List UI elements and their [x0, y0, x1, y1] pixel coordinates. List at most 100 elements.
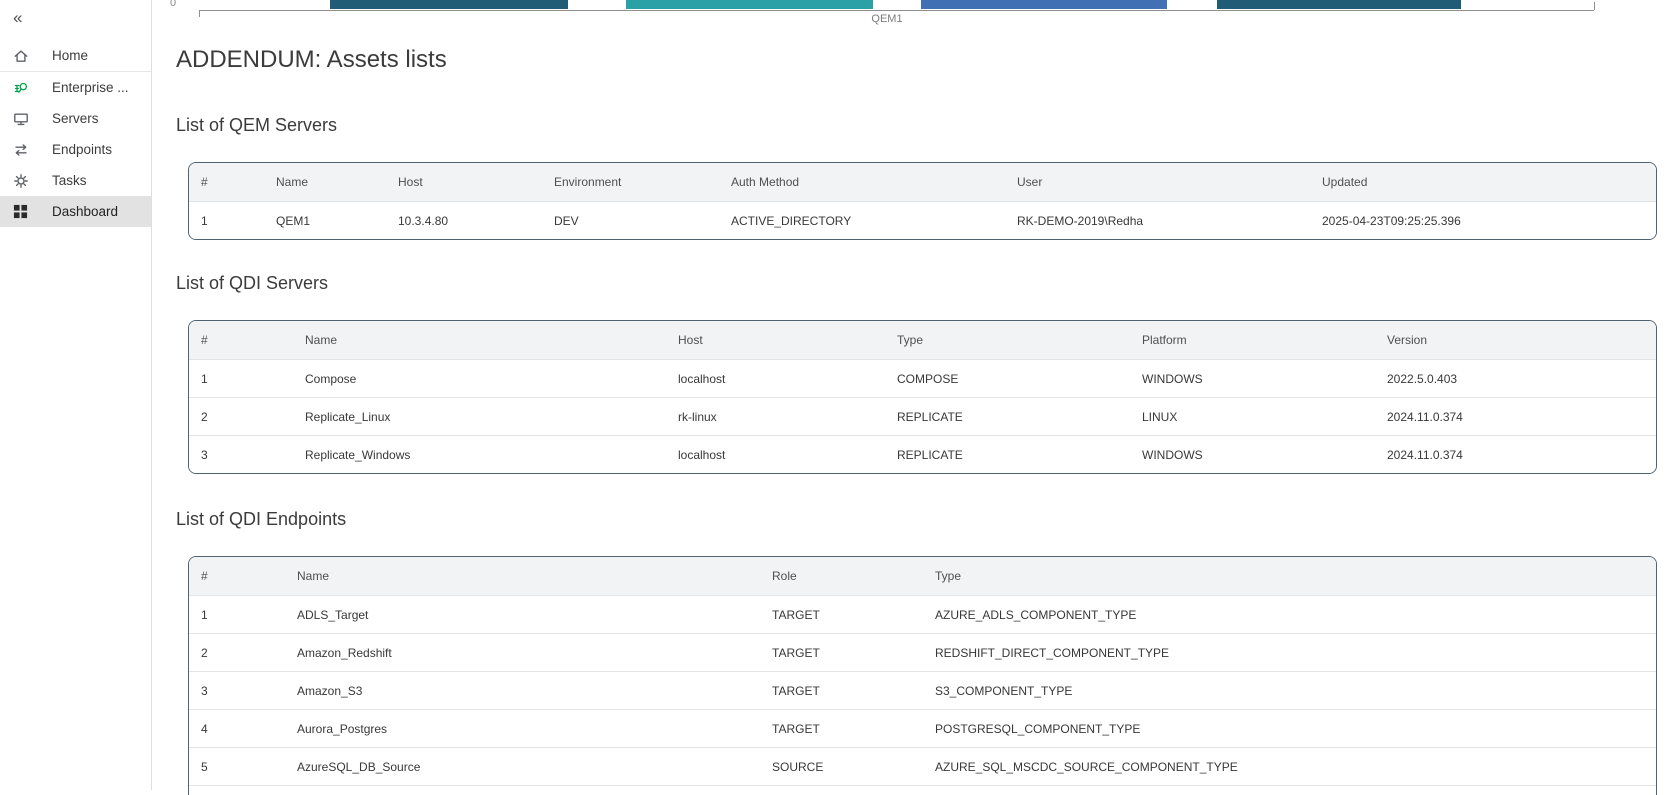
page-title: ADDENDUM: Assets lists	[176, 44, 447, 76]
section-heading: List of QEM Servers	[176, 112, 1657, 138]
column-header: User	[1005, 163, 1310, 201]
table-cell: 2024.11.0.374	[1375, 435, 1656, 473]
header-row: #NameHostEnvironmentAuth MethodUserUpdat…	[189, 163, 1656, 201]
sidebar: « Home Enterprise ... Servers Endpoints Tas…	[0, 0, 152, 790]
table-row: 1ComposelocalhostCOMPOSEWINDOWS2022.5.0.…	[189, 359, 1656, 397]
sidebar-item-tasks[interactable]: Tasks	[0, 165, 151, 196]
sidebar-item-enterprise[interactable]: Enterprise ...	[0, 72, 151, 103]
table-cell: REDSHIFT_DIRECT_COMPONENT_TYPE	[923, 633, 1656, 671]
table-cell: WINDOWS	[1130, 435, 1375, 473]
sidebar-item-dashboard[interactable]: Dashboard	[0, 196, 151, 227]
chart-category-label: QEM1	[832, 13, 942, 25]
table-row: 3Amazon_S3TARGETS3_COMPONENT_TYPE	[189, 671, 1656, 709]
table-cell: localhost	[666, 435, 885, 473]
column-header: Platform	[1130, 321, 1375, 359]
table-cell: 3	[189, 435, 293, 473]
chart-y-tick-label: 0	[170, 0, 176, 9]
sidebar-item-label: Enterprise ...	[52, 80, 129, 95]
table-cell: WINDOWS	[1130, 359, 1375, 397]
assets-table: #NameHostTypePlatformVersion1Composeloca…	[188, 320, 1657, 474]
column-header: Name	[285, 557, 760, 595]
table-cell: REPLICATE	[885, 397, 1130, 435]
table-cell: LINUX	[1130, 397, 1375, 435]
column-header: Environment	[542, 163, 719, 201]
assets-table: #NameRoleType1ADLS_TargetTARGETAZURE_ADL…	[188, 556, 1657, 795]
assets-table: #NameHostEnvironmentAuth MethodUserUpdat…	[188, 162, 1657, 240]
table-cell: ADLS_Target	[285, 595, 760, 633]
cut-off-row	[189, 785, 1656, 795]
chart-axis-tick-left	[199, 10, 200, 17]
section-list-of-qem-servers: List of QEM Servers #NameHostEnvironmentA…	[176, 112, 1657, 240]
servers-icon	[13, 111, 29, 127]
column-header: #	[189, 163, 264, 201]
table-cell: 4	[189, 709, 285, 747]
enterprise-icon	[13, 80, 29, 96]
table-row: 1ADLS_TargetTARGETAZURE_ADLS_COMPONENT_T…	[189, 595, 1656, 633]
table-cell: 10.3.4.80	[386, 201, 542, 239]
table-cell: Compose	[293, 359, 666, 397]
table-cell: 2024.11.0.374	[1375, 397, 1656, 435]
table-row: 3Replicate_WindowslocalhostREPLICATEWIND…	[189, 435, 1656, 473]
table-cell: SOURCE	[760, 747, 923, 785]
column-header: Type	[923, 557, 1656, 595]
sidebar-item-label: Servers	[52, 111, 99, 126]
sidebar-item-servers[interactable]: Servers	[0, 103, 151, 134]
column-header: Auth Method	[719, 163, 1005, 201]
sidebar-nav: Home Enterprise ... Servers Endpoints Tasks…	[0, 40, 151, 227]
section-list-of-qdi-servers: List of QDI Servers #NameHostTypePlatform…	[176, 270, 1657, 474]
table-cell: TARGET	[760, 595, 923, 633]
sidebar-item-endpoints[interactable]: Endpoints	[0, 134, 151, 165]
chart-axis-tick-right	[1594, 2, 1595, 10]
table-row: 5AzureSQL_DB_SourceSOURCEAZURE_SQL_MSCDC…	[189, 747, 1656, 785]
table-row: 2Replicate_Linuxrk-linuxREPLICATELINUX20…	[189, 397, 1656, 435]
column-header: Type	[885, 321, 1130, 359]
table-cell: localhost	[666, 359, 885, 397]
table-cell: COMPOSE	[885, 359, 1130, 397]
table-cell: ACTIVE_DIRECTORY	[719, 201, 1005, 239]
table-cell: Amazon_S3	[285, 671, 760, 709]
table-cell: POSTGRESQL_COMPONENT_TYPE	[923, 709, 1656, 747]
chart-x-axis	[199, 10, 1594, 11]
column-header: Host	[386, 163, 542, 201]
table-cell: DEV	[542, 201, 719, 239]
table-cell: Replicate_Linux	[293, 397, 666, 435]
table-cell: 2022.5.0.403	[1375, 359, 1656, 397]
endpoints-icon	[13, 142, 29, 158]
table-cell: AzureSQL_DB_Source	[285, 747, 760, 785]
column-header: Name	[293, 321, 666, 359]
home-icon	[13, 48, 29, 64]
sidebar-collapse-button[interactable]: «	[13, 8, 22, 28]
table-cell: Aurora_Postgres	[285, 709, 760, 747]
table-cell: 3	[189, 671, 285, 709]
column-header: #	[189, 321, 293, 359]
chart-bar	[1217, 0, 1461, 9]
header-row: #NameHostTypePlatformVersion	[189, 321, 1656, 359]
sidebar-item-label: Tasks	[52, 173, 87, 188]
table-cell: TARGET	[760, 709, 923, 747]
table-cell: Amazon_Redshift	[285, 633, 760, 671]
table-row: 1QEM110.3.4.80DEVACTIVE_DIRECTORYRK-DEMO…	[189, 201, 1656, 239]
table-cell: REPLICATE	[885, 435, 1130, 473]
header-row: #NameRoleType	[189, 557, 1656, 595]
table-cell: RK-DEMO-2019\Redha	[1005, 201, 1310, 239]
tasks-icon	[13, 173, 29, 189]
table-cell: TARGET	[760, 671, 923, 709]
section-heading: List of QDI Endpoints	[176, 506, 1657, 532]
table-cell: 1	[189, 359, 293, 397]
column-header: Name	[264, 163, 386, 201]
column-header: Host	[666, 321, 885, 359]
chart-bar	[921, 0, 1167, 9]
section-list-of-qdi-endpoints: List of QDI Endpoints #NameRoleType1ADLS_…	[176, 506, 1657, 795]
table-cell: rk-linux	[666, 397, 885, 435]
table-cell: QEM1	[264, 201, 386, 239]
section-heading: List of QDI Servers	[176, 270, 1657, 296]
table-cell: TARGET	[760, 633, 923, 671]
column-header: Updated	[1310, 163, 1656, 201]
top-chart-strip: 0 QEM1	[152, 0, 1672, 30]
table-cell: 1	[189, 201, 264, 239]
column-header: #	[189, 557, 285, 595]
table-cell: 2025-04-23T09:25:25.396	[1310, 201, 1656, 239]
table-row: 2Amazon_RedshiftTARGETREDSHIFT_DIRECT_CO…	[189, 633, 1656, 671]
sidebar-item-home[interactable]: Home	[0, 40, 151, 71]
sidebar-item-label: Dashboard	[52, 204, 118, 219]
